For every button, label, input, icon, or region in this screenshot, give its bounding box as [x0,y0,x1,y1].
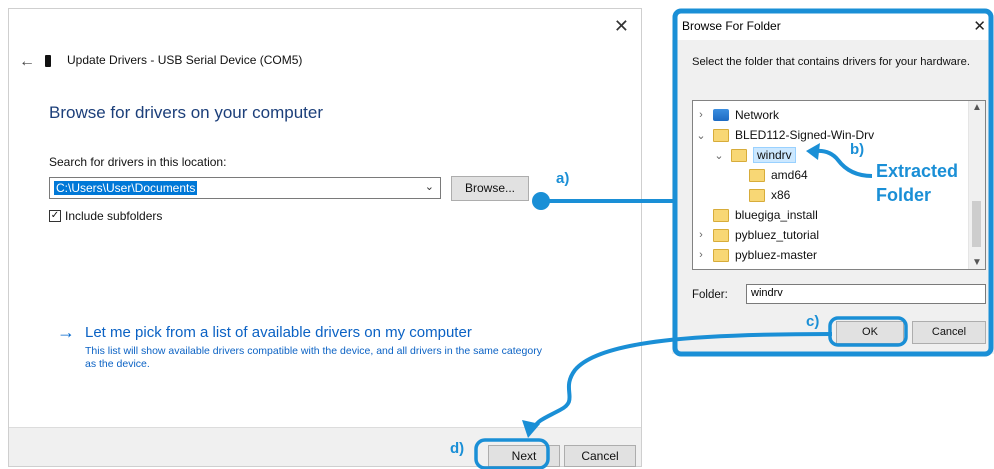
chevron-right-icon[interactable]: › [695,249,707,261]
chevron-right-icon[interactable]: › [695,229,707,241]
include-subfolders-label[interactable]: Include subfolders [65,209,162,223]
browse-button[interactable]: Browse... [451,176,529,201]
chevron-down-icon[interactable]: ⌄ [425,180,434,193]
next-button[interactable]: Next [488,445,560,467]
tree-item-label[interactable]: Network [735,108,779,122]
cancel-button[interactable]: Cancel [564,445,636,467]
tree-item-bled112[interactable]: ⌄ BLED112-Signed-Win-Drv [695,125,874,145]
usb-device-icon [45,55,51,67]
tree-scrollbar[interactable]: ▲ ▼ [968,101,985,269]
scroll-up-icon[interactable]: ▲ [969,102,985,113]
tree-item-label[interactable]: x86 [771,188,790,202]
browse-cancel-button[interactable]: Cancel [912,321,986,344]
search-location-label: Search for drivers in this location: [49,155,227,169]
annotation-a-label: a) [556,170,570,187]
folder-input[interactable]: windrv [746,284,986,304]
pick-from-list-link[interactable]: Let me pick from a list of available dri… [85,324,472,341]
folder-icon [749,168,765,182]
tree-item-label[interactable]: pybluez_tutorial [735,228,819,242]
tree-item-label[interactable]: amd64 [771,168,808,182]
network-icon [713,109,729,121]
dialog-title: Update Drivers - USB Serial Device (COM5… [67,53,303,67]
folder-field-label: Folder: [692,289,728,301]
scroll-thumb[interactable] [972,201,981,247]
annotation-d-label: d) [450,440,465,457]
browse-titlebar: Browse For Folder ✕ [672,8,994,40]
include-subfolders-checkbox[interactable]: ✓ [49,210,61,222]
chevron-down-icon[interactable]: ⌄ [695,129,707,142]
page-heading: Browse for drivers on your computer [49,103,323,122]
tree-item-pybluez-master[interactable]: › pybluez-master [695,245,817,265]
folder-tree[interactable]: › Network ⌄ BLED112-Signed-Win-Drv ⌄ win… [692,100,986,270]
folder-icon [731,148,747,162]
tree-item-pybluez-tutorial[interactable]: › pybluez_tutorial [695,225,819,245]
tree-item-x86[interactable]: x86 [749,185,790,205]
annotation-folder-label: Folder [876,185,932,205]
annotation-extracted-label: Extracted [876,161,959,181]
tree-item-bluegiga-install[interactable]: bluegiga_install [713,205,818,225]
scroll-down-icon[interactable]: ▼ [969,257,985,268]
update-drivers-dialog: ✕ ← Update Drivers - USB Serial Device (… [8,8,642,467]
folder-icon [713,128,729,142]
folder-icon [713,228,729,242]
chevron-right-icon[interactable]: › [695,109,707,121]
tree-item-amd64[interactable]: amd64 [749,165,808,185]
browse-instruction: Select the folder that contains drivers … [692,56,970,68]
tree-item-label[interactable]: windrv [753,147,796,163]
path-combobox[interactable]: C:\Users\User\Documents ⌄ [49,177,441,199]
pick-from-list-description: This list will show available drivers co… [85,345,542,370]
browse-dialog-title: Browse For Folder [682,19,781,33]
tree-item-label[interactable]: bluegiga_install [735,208,818,222]
back-arrow-icon[interactable]: ← [19,53,35,71]
folder-icon [713,208,729,222]
close-icon[interactable]: ✕ [973,17,986,35]
folder-icon [749,188,765,202]
folder-icon [713,248,729,262]
annotation-b-label: b) [850,141,865,158]
tree-item-label[interactable]: BLED112-Signed-Win-Drv [735,128,874,142]
annotation-c-label: c) [806,313,820,330]
tree-item-windrv[interactable]: ⌄ windrv [713,145,796,165]
close-icon[interactable]: ✕ [614,17,629,35]
chevron-down-icon[interactable]: ⌄ [713,149,725,162]
ok-button[interactable]: OK [836,321,904,344]
arrow-right-icon[interactable]: → [57,322,75,343]
tree-item-label[interactable]: pybluez-master [735,248,817,262]
path-value[interactable]: C:\Users\User\Documents [54,181,198,195]
tree-item-network[interactable]: › Network [695,105,779,125]
